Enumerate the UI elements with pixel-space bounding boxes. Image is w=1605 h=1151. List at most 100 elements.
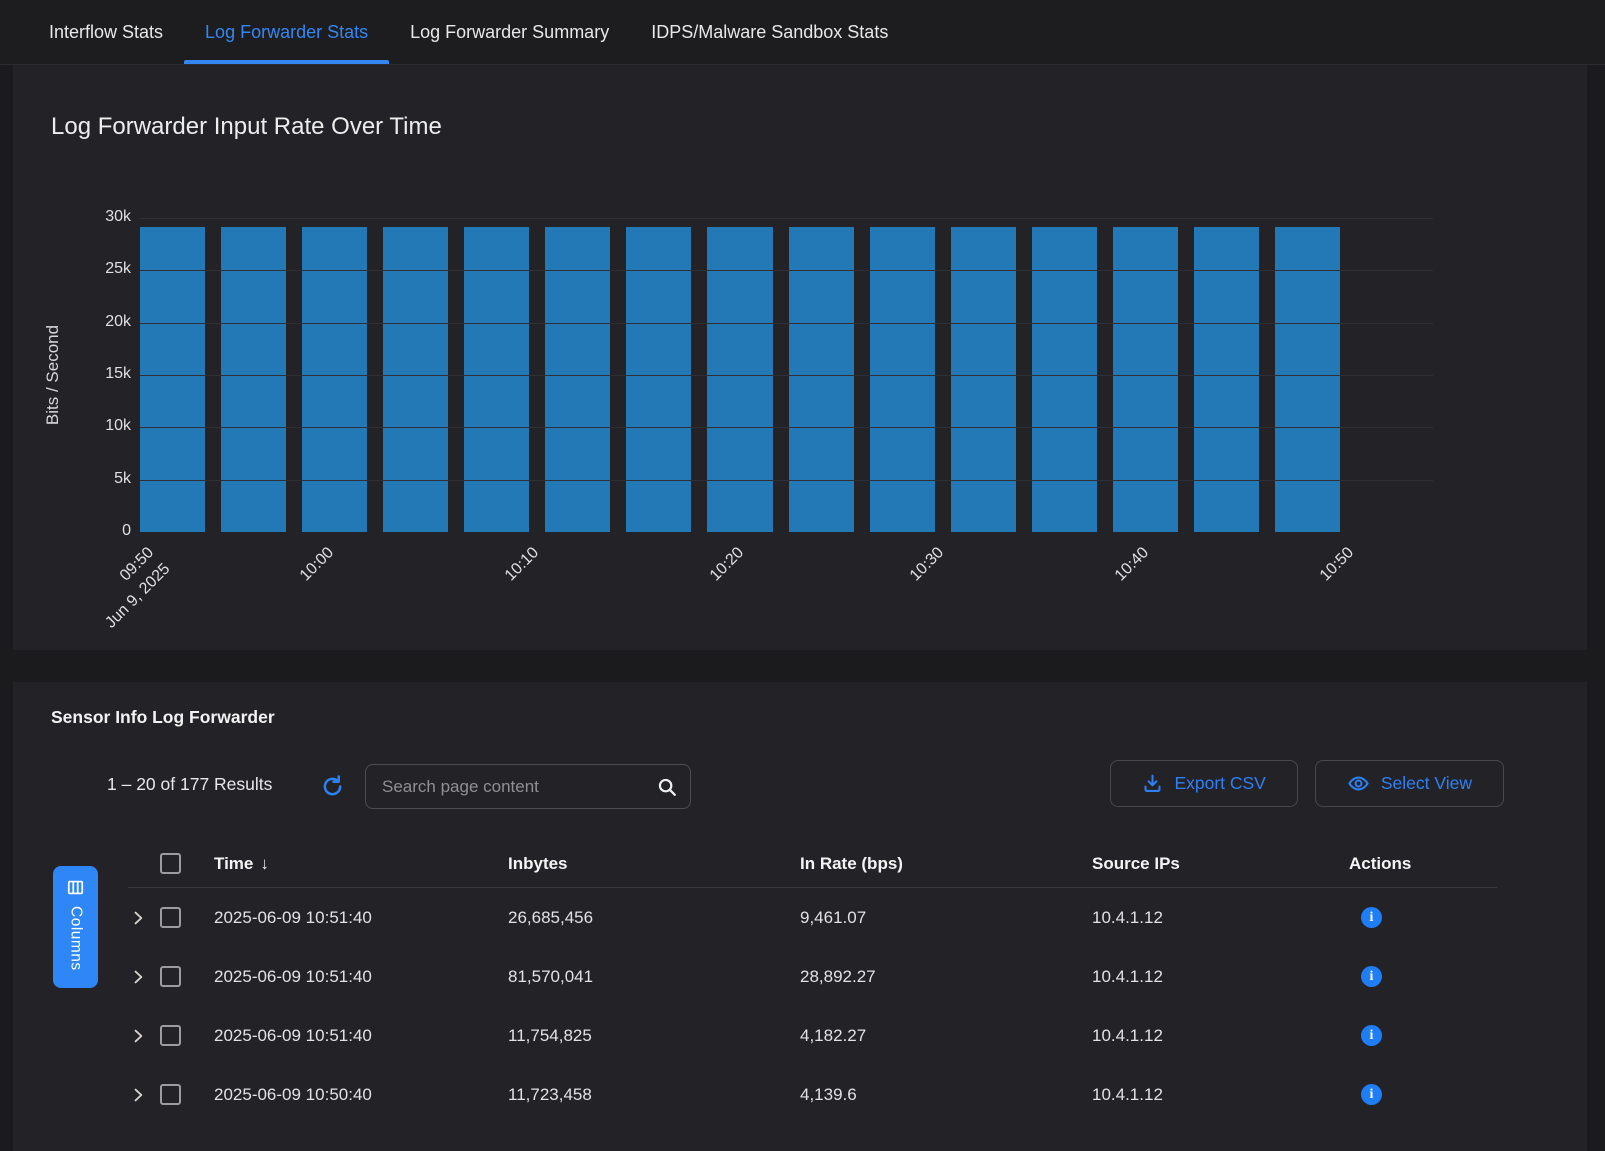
column-header-inrate[interactable]: In Rate (bps) bbox=[800, 854, 1092, 874]
column-header-actions: Actions bbox=[1349, 854, 1497, 874]
cell-time: 2025-06-09 10:50:40 bbox=[214, 1085, 508, 1105]
x-tick-label: 10:20 bbox=[620, 542, 750, 672]
export-csv-button[interactable]: Export CSV bbox=[1110, 760, 1297, 807]
row-checkbox[interactable] bbox=[160, 966, 181, 987]
cell-time: 2025-06-09 10:51:40 bbox=[214, 967, 508, 987]
y-tick-label: 5k bbox=[79, 470, 131, 488]
select-view-label: Select View bbox=[1381, 773, 1472, 794]
bar[interactable] bbox=[707, 227, 772, 532]
select-all-checkbox[interactable] bbox=[160, 853, 181, 874]
row-info-icon[interactable]: i bbox=[1361, 1084, 1382, 1105]
bar[interactable] bbox=[1032, 227, 1097, 532]
columns-icon bbox=[66, 878, 85, 897]
top-tab-bar: Interflow StatsLog Forwarder StatsLog Fo… bbox=[0, 0, 1605, 65]
y-tick-label: 10k bbox=[79, 417, 131, 435]
bar[interactable] bbox=[221, 227, 286, 532]
chart-panel: Log Forwarder Input Rate Over Time Bits … bbox=[13, 65, 1587, 650]
gridline bbox=[140, 218, 1433, 219]
results-count: 1 – 20 of 177 Results bbox=[107, 774, 272, 795]
data-table: Time↓ Inbytes In Rate (bps) Source IPs A… bbox=[128, 840, 1497, 1124]
cell-sourceips: 10.4.1.12 bbox=[1092, 908, 1349, 928]
tab-log-forwarder-stats[interactable]: Log Forwarder Stats bbox=[184, 0, 389, 64]
chart-title: Log Forwarder Input Rate Over Time bbox=[51, 113, 442, 141]
x-tick-label: 10:50 bbox=[1230, 542, 1360, 672]
eye-icon bbox=[1347, 772, 1370, 795]
column-header-sourceips[interactable]: Source IPs bbox=[1092, 854, 1349, 874]
row-expander-chevron-icon[interactable] bbox=[128, 1026, 160, 1046]
bar[interactable] bbox=[1194, 227, 1259, 532]
table-toolbar: 1 – 20 of 177 Results bbox=[13, 760, 1587, 812]
bar[interactable] bbox=[870, 227, 935, 532]
search-icon[interactable] bbox=[656, 776, 678, 798]
cell-inbytes: 11,723,458 bbox=[508, 1085, 800, 1105]
cell-inrate: 9,461.07 bbox=[800, 908, 1092, 928]
row-checkbox[interactable] bbox=[160, 1025, 181, 1046]
table-row: 2025-06-09 10:51:4081,570,04128,892.2710… bbox=[128, 947, 1497, 1006]
select-view-button[interactable]: Select View bbox=[1315, 760, 1504, 807]
y-tick-label: 25k bbox=[79, 260, 131, 278]
cell-sourceips: 10.4.1.12 bbox=[1092, 967, 1349, 987]
row-info-icon[interactable]: i bbox=[1361, 1025, 1382, 1046]
gridline bbox=[140, 427, 1433, 428]
row-expander-chevron-icon[interactable] bbox=[128, 967, 160, 987]
tab-idps-malware-sandbox-stats[interactable]: IDPS/Malware Sandbox Stats bbox=[630, 0, 909, 64]
cell-inrate: 4,139.6 bbox=[800, 1085, 1092, 1105]
table-row: 2025-06-09 10:50:4011,723,4584,139.610.4… bbox=[128, 1065, 1497, 1124]
x-tick-label: 10:30 bbox=[820, 542, 950, 672]
gridline bbox=[140, 323, 1433, 324]
export-csv-label: Export CSV bbox=[1174, 773, 1265, 794]
bar[interactable] bbox=[545, 227, 610, 532]
y-tick-label: 30k bbox=[79, 208, 131, 226]
y-tick-label: 20k bbox=[79, 313, 131, 331]
row-expander-chevron-icon[interactable] bbox=[128, 908, 160, 928]
bar[interactable] bbox=[464, 227, 529, 532]
cell-inbytes: 11,754,825 bbox=[508, 1026, 800, 1046]
table-row: 2025-06-09 10:51:4026,685,4569,461.0710.… bbox=[128, 888, 1497, 947]
gridline bbox=[140, 375, 1433, 376]
bar[interactable] bbox=[1113, 227, 1178, 532]
bar[interactable] bbox=[302, 227, 367, 532]
y-tick-label: 15k bbox=[79, 365, 131, 383]
cell-time: 2025-06-09 10:51:40 bbox=[214, 908, 508, 928]
cell-inbytes: 81,570,041 bbox=[508, 967, 800, 987]
search-box bbox=[365, 764, 691, 809]
table-header-row: Time↓ Inbytes In Rate (bps) Source IPs A… bbox=[128, 840, 1497, 888]
row-info-icon[interactable]: i bbox=[1361, 966, 1382, 987]
y-tick-label: 0 bbox=[79, 522, 131, 540]
x-tick-label: 10:00 bbox=[210, 542, 340, 672]
cell-inrate: 28,892.27 bbox=[800, 967, 1092, 987]
bar[interactable] bbox=[1275, 227, 1340, 532]
download-icon bbox=[1142, 773, 1163, 794]
bar[interactable] bbox=[789, 227, 854, 532]
refresh-button[interactable] bbox=[318, 772, 346, 800]
x-tick-label: 10:10 bbox=[415, 542, 545, 672]
column-header-time[interactable]: Time↓ bbox=[214, 854, 508, 874]
cell-inbytes: 26,685,456 bbox=[508, 908, 800, 928]
table-body: 2025-06-09 10:51:4026,685,4569,461.0710.… bbox=[128, 888, 1497, 1124]
bar[interactable] bbox=[383, 227, 448, 532]
columns-button[interactable]: Columns bbox=[53, 866, 98, 988]
search-input[interactable] bbox=[382, 777, 656, 797]
bar[interactable] bbox=[951, 227, 1016, 532]
bar[interactable] bbox=[140, 227, 205, 532]
table-row: 2025-06-09 10:51:4011,754,8254,182.2710.… bbox=[128, 1006, 1497, 1065]
gridline bbox=[140, 270, 1433, 271]
tab-log-forwarder-summary[interactable]: Log Forwarder Summary bbox=[389, 0, 630, 64]
row-info-icon[interactable]: i bbox=[1361, 907, 1382, 928]
row-checkbox[interactable] bbox=[160, 907, 181, 928]
column-header-inbytes[interactable]: Inbytes bbox=[508, 854, 800, 874]
cell-time: 2025-06-09 10:51:40 bbox=[214, 1026, 508, 1046]
gridline bbox=[140, 480, 1433, 481]
y-axis-label: Bits / Second bbox=[43, 325, 63, 425]
row-expander-chevron-icon[interactable] bbox=[128, 1085, 160, 1105]
dashboard-screen: Interflow StatsLog Forwarder StatsLog Fo… bbox=[0, 0, 1605, 1151]
cell-sourceips: 10.4.1.12 bbox=[1092, 1085, 1349, 1105]
columns-button-label: Columns bbox=[67, 906, 85, 971]
x-tick-label: 10:40 bbox=[1025, 542, 1155, 672]
bar-chart-plot-area: 05k10k15k20k25k30k09:50Jun 9, 202510:001… bbox=[140, 218, 1433, 532]
table-panel: Sensor Info Log Forwarder 1 – 20 of 177 … bbox=[13, 682, 1587, 1151]
tab-interflow-stats[interactable]: Interflow Stats bbox=[28, 0, 184, 64]
bar[interactable] bbox=[626, 227, 691, 532]
row-checkbox[interactable] bbox=[160, 1084, 181, 1105]
cell-sourceips: 10.4.1.12 bbox=[1092, 1026, 1349, 1046]
